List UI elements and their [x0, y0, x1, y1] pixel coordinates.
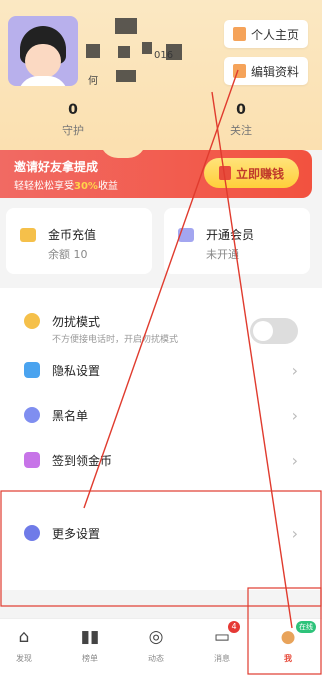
- more-settings-label: 更多设置: [52, 527, 101, 541]
- tab-messages[interactable]: ▭ 4 消息: [190, 621, 254, 664]
- edit-icon: [232, 64, 246, 78]
- stat-guard-label: 守护: [62, 124, 84, 137]
- stat-follow-label: 关注: [230, 124, 252, 137]
- stat-guard-value: 0: [68, 102, 78, 118]
- coin-icon: [20, 228, 36, 242]
- chevron-right-icon: ›: [291, 524, 298, 543]
- tab-ranking[interactable]: ▮▮ 榜单: [58, 625, 122, 664]
- privacy-settings-row[interactable]: 隐私设置 ›: [0, 347, 322, 393]
- toggle-knob: [253, 321, 273, 341]
- avatar-body: [18, 76, 68, 86]
- avatar-face: [25, 44, 61, 78]
- shield-icon: [24, 362, 40, 378]
- message-count-badge: 4: [228, 621, 240, 633]
- edit-profile-label: 编辑资料: [250, 64, 299, 79]
- checkin-label: 签到领金币: [52, 454, 113, 468]
- dnd-description: 不方便接电话时，开启勿扰模式: [52, 335, 179, 345]
- vip-card[interactable]: 开通会员 未开通: [164, 208, 310, 274]
- tab-messages-label: 消息: [214, 654, 230, 663]
- chat-icon: ▭: [213, 627, 231, 647]
- chevron-right-icon: ›: [291, 406, 298, 425]
- personal-homepage-button[interactable]: 个人主页: [224, 20, 308, 48]
- blacklist-label: 黑名单: [52, 409, 89, 423]
- homepage-icon: [232, 27, 246, 41]
- chevron-right-icon: ›: [291, 451, 298, 470]
- avatar[interactable]: [8, 16, 78, 86]
- chevron-right-icon: ›: [291, 361, 298, 380]
- coin-balance: 余额 10: [48, 248, 88, 261]
- dnd-row: 勿扰模式 不方便接电话时，开启勿扰模式: [0, 298, 322, 354]
- vip-title: 开通会员: [206, 228, 255, 242]
- tab-discover-label: 发现: [16, 654, 32, 663]
- dnd-label: 勿扰模式: [52, 315, 101, 329]
- dnd-toggle[interactable]: [250, 318, 298, 344]
- tab-me-label: 我: [284, 654, 292, 663]
- personal-homepage-label: 个人主页: [250, 27, 299, 42]
- checkin-row[interactable]: 签到领金币 ›: [0, 437, 322, 483]
- coin-recharge-card[interactable]: 金币充值 余额 10: [6, 208, 152, 274]
- invite-subtitle: 轻轻松松享受30%收益: [14, 181, 118, 192]
- home-icon: ⌂: [18, 627, 30, 647]
- stat-follow[interactable]: 0 关注: [206, 102, 276, 138]
- tab-moments[interactable]: ◎ 动态: [124, 625, 188, 664]
- online-badge: 在线: [296, 621, 316, 633]
- bottom-tabbar: ⌂ 发现 ▮▮ 榜单 ◎ 动态 ▭ 4 消息 ● 在线 我: [0, 618, 322, 675]
- redacted-block: [166, 44, 182, 60]
- redacted-block: [118, 46, 130, 58]
- coin-recharge-title: 金币充值: [48, 228, 97, 242]
- user-id-fragment: 何: [88, 76, 98, 87]
- earn-money-label: 立即赚钱: [235, 166, 284, 181]
- vip-status: 未开通: [206, 248, 239, 261]
- privacy-settings-label: 隐私设置: [52, 364, 101, 378]
- invite-banner[interactable]: 邀请好友拿提成 轻轻松松享受30%收益 立即赚钱: [0, 150, 312, 198]
- more-settings-row[interactable]: 更多设置 ›: [0, 510, 322, 556]
- invite-percent: 30%: [74, 181, 98, 192]
- tab-moments-label: 动态: [148, 654, 164, 663]
- edit-profile-button[interactable]: 编辑资料: [224, 57, 308, 85]
- earn-money-button[interactable]: 立即赚钱: [204, 158, 299, 188]
- calendar-icon: [24, 452, 40, 468]
- redacted-block: [142, 42, 152, 54]
- red-envelope-icon: [218, 166, 231, 180]
- redacted-block: [115, 18, 137, 34]
- profile-header: 016 何 个人主页 编辑资料 0 守护 0 关注: [0, 0, 322, 150]
- moon-icon: [24, 313, 40, 329]
- settings-menu: 勿扰模式 不方便接电话时，开启勿扰模式 隐私设置 › 黑名单 › 签到领金币 ›…: [0, 288, 322, 590]
- stat-follow-value: 0: [236, 102, 246, 118]
- compass-icon: ◎: [148, 627, 164, 647]
- tab-me[interactable]: ● 在线 我: [256, 621, 320, 664]
- invite-title: 邀请好友拿提成: [14, 160, 99, 174]
- vip-icon: [178, 228, 194, 242]
- redacted-block: [86, 44, 100, 58]
- bar-chart-icon: ▮▮: [80, 627, 100, 647]
- tab-discover[interactable]: ⌂ 发现: [0, 625, 56, 664]
- blacklist-row[interactable]: 黑名单 ›: [0, 392, 322, 438]
- tab-ranking-label: 榜单: [82, 654, 98, 663]
- gear-icon: [24, 525, 40, 541]
- stat-guard[interactable]: 0 守护: [38, 102, 108, 138]
- user-block-icon: [24, 407, 40, 423]
- redacted-block: [116, 70, 136, 82]
